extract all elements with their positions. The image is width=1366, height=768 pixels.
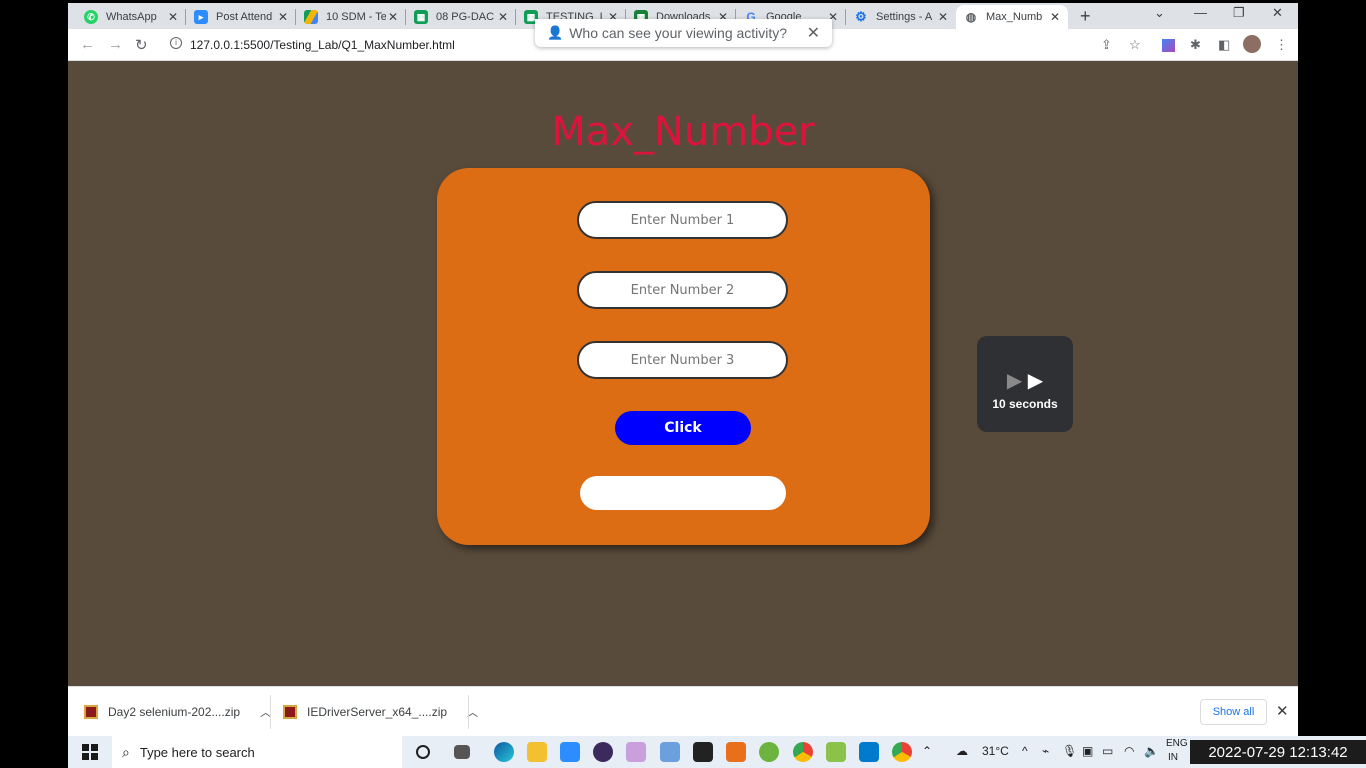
drive-icon bbox=[304, 10, 318, 24]
tab-pg-dac[interactable]: ▦ 08 PG-DAC ✕ bbox=[406, 5, 516, 29]
cortana-icon[interactable] bbox=[416, 745, 430, 759]
result-field bbox=[580, 476, 786, 510]
region-indicator: IN bbox=[1168, 752, 1178, 763]
popup-text[interactable]: Who can see your viewing activity? bbox=[569, 25, 806, 41]
tab-sdm[interactable]: 10 SDM - Te ✕ bbox=[296, 5, 406, 29]
address-toolbar: ← → ↻ i 127.0.0.1:5500/Testing_Lab/Q1_Ma… bbox=[68, 19, 1298, 61]
app-icon[interactable] bbox=[626, 742, 646, 762]
zoom-icon: ▸ bbox=[194, 10, 208, 24]
show-all-button[interactable]: Show all bbox=[1200, 699, 1267, 725]
search-icon: ⌕ bbox=[122, 743, 130, 760]
person-icon: 👤 bbox=[547, 25, 564, 40]
new-tab-button[interactable]: + bbox=[1080, 6, 1091, 27]
zip-icon bbox=[84, 705, 98, 719]
file-explorer-icon[interactable] bbox=[527, 742, 547, 762]
sidepanel-icon[interactable]: ◧ bbox=[1218, 37, 1230, 53]
terminal-icon[interactable] bbox=[693, 742, 713, 762]
screen: ✆ WhatsApp ✕ ▸ Post Attend ✕ 10 SDM - Te… bbox=[0, 0, 1366, 768]
number1-input[interactable] bbox=[577, 201, 788, 239]
close-tab-icon[interactable]: ✕ bbox=[276, 10, 290, 24]
gear-icon: ⚙ bbox=[855, 9, 867, 24]
share-icon[interactable]: ⇪ bbox=[1101, 37, 1112, 53]
mic-icon: 🎙 bbox=[1062, 744, 1078, 758]
input-card: Click bbox=[437, 168, 930, 545]
spring-icon[interactable] bbox=[759, 742, 779, 762]
app-icon[interactable] bbox=[660, 742, 680, 762]
number2-input[interactable] bbox=[577, 271, 788, 309]
notepad-icon[interactable] bbox=[826, 742, 846, 762]
zoom-app-icon[interactable] bbox=[560, 742, 580, 762]
back-icon[interactable]: ← bbox=[80, 36, 95, 53]
close-tab-icon[interactable]: ✕ bbox=[166, 10, 180, 24]
temperature: 31°C bbox=[982, 744, 1009, 758]
tab-post-attend[interactable]: ▸ Post Attend ✕ bbox=[186, 5, 296, 29]
play-forward-icon: ▶ ▶ bbox=[1006, 370, 1044, 392]
page-content: Max_Number Click ▶ ▶ 10 seconds bbox=[68, 61, 1298, 686]
whatsapp-icon: ✆ bbox=[84, 10, 98, 24]
extension-icon[interactable] bbox=[1162, 39, 1175, 52]
chrome-icon[interactable] bbox=[892, 742, 912, 762]
url-text[interactable]: 127.0.0.1:5500/Testing_Lab/Q1_MaxNumber.… bbox=[190, 38, 455, 52]
taskbar-search[interactable]: ⌕ Type here to search bbox=[112, 736, 402, 768]
camera-icon: ▣ bbox=[1082, 744, 1094, 758]
clock[interactable]: 2022-07-29 12:13:42 bbox=[1190, 740, 1366, 764]
number3-input[interactable] bbox=[577, 341, 788, 379]
forward-icon[interactable]: → bbox=[108, 36, 123, 53]
minimize-icon[interactable]: — bbox=[1194, 5, 1207, 20]
close-tab-icon[interactable]: ✕ bbox=[1048, 10, 1062, 24]
download-item[interactable]: IEDriverServer_x64_....zip ︿ bbox=[283, 687, 478, 737]
close-tab-icon[interactable]: ✕ bbox=[496, 10, 510, 24]
speaker-icon: 🔈 bbox=[1144, 744, 1159, 758]
wifi-icon: ◠ bbox=[1124, 744, 1135, 758]
tray-expand-icon[interactable]: ^ bbox=[1022, 744, 1028, 758]
downloads-bar: Day2 selenium-202....zip ︿ IEDriverServe… bbox=[68, 686, 1298, 736]
tab-whatsapp[interactable]: ✆ WhatsApp ✕ bbox=[76, 5, 186, 29]
close-window-icon[interactable]: ✕ bbox=[1272, 5, 1283, 21]
puzzle-icon[interactable]: ✱ bbox=[1190, 37, 1201, 53]
restore-icon[interactable]: ❐ bbox=[1233, 5, 1245, 21]
lang-indicator[interactable]: ENG bbox=[1166, 738, 1188, 749]
browser-window: ✆ WhatsApp ✕ ▸ Post Attend ✕ 10 SDM - Te… bbox=[68, 3, 1298, 736]
privacy-popup: 👤 Who can see your viewing activity? ✕ bbox=[535, 19, 832, 47]
task-view-icon[interactable] bbox=[454, 745, 470, 759]
taskbar: ⌕ Type here to search ⌃ ☁ 31°C ^ ⌁ 🎙 ▣ ▭… bbox=[68, 736, 1366, 768]
avatar[interactable] bbox=[1243, 35, 1261, 53]
zip-icon bbox=[283, 705, 297, 719]
close-icon[interactable]: ✕ bbox=[807, 23, 820, 43]
app-icon[interactable] bbox=[726, 742, 746, 762]
download-item[interactable]: Day2 selenium-202....zip ︿ bbox=[84, 687, 271, 737]
globe-icon: ◍ bbox=[965, 10, 977, 24]
chrome-icon[interactable] bbox=[793, 742, 813, 762]
page-title: Max_Number bbox=[551, 109, 815, 155]
menu-icon[interactable]: ⋮ bbox=[1275, 37, 1288, 53]
tab-search-icon[interactable]: ⌄ bbox=[1154, 5, 1165, 21]
star-icon[interactable]: ☆ bbox=[1129, 37, 1141, 53]
battery-icon: ▭ bbox=[1102, 744, 1114, 758]
tab-settings[interactable]: ⚙ Settings - A ✕ bbox=[846, 5, 956, 29]
network-icon: ⌁ bbox=[1042, 744, 1050, 758]
close-tab-icon[interactable]: ✕ bbox=[936, 10, 950, 24]
chevron-up-icon[interactable]: ⌃ bbox=[922, 744, 932, 758]
app-icon[interactable] bbox=[593, 742, 613, 762]
info-icon[interactable]: i bbox=[170, 37, 182, 49]
skip-forward-overlay[interactable]: ▶ ▶ 10 seconds bbox=[977, 336, 1073, 432]
overlay-seconds: 10 seconds bbox=[992, 397, 1058, 411]
vscode-icon[interactable] bbox=[859, 742, 879, 762]
close-icon[interactable]: ✕ bbox=[1276, 702, 1289, 720]
weather-icon: ☁ bbox=[956, 744, 968, 758]
tab-max-number[interactable]: ◍ Max_Numb ✕ bbox=[956, 5, 1068, 29]
windows-start-icon[interactable] bbox=[82, 744, 98, 760]
close-tab-icon[interactable]: ✕ bbox=[386, 10, 400, 24]
edge-icon[interactable] bbox=[494, 742, 514, 762]
reload-icon[interactable]: ↻ bbox=[135, 36, 148, 54]
click-button[interactable]: Click bbox=[615, 411, 751, 445]
sheets-icon: ▦ bbox=[414, 10, 428, 24]
